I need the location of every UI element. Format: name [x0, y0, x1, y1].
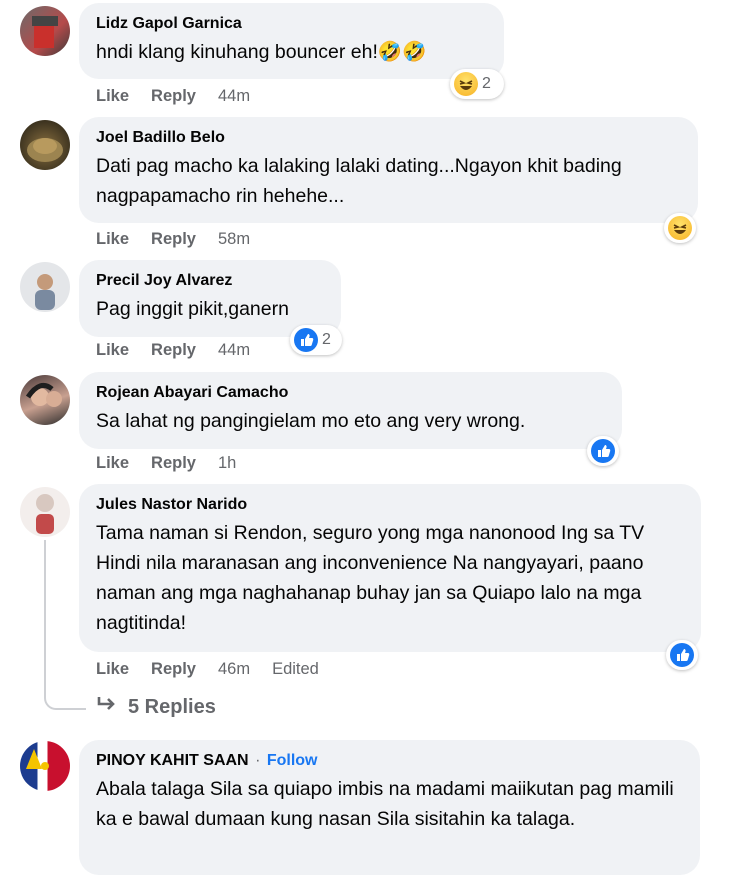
like-button[interactable]: Like	[96, 660, 129, 679]
comment-author[interactable]: Precil Joy Alvarez	[96, 270, 323, 292]
comment-author[interactable]: Rojean Abayari Camacho	[96, 382, 604, 404]
comment-author: PINOY KAHIT SAAN · Follow	[96, 750, 682, 772]
comment-bubble: Jules Nastor Narido Tama naman si Rendon…	[79, 484, 701, 652]
comment-bubble: Joel Badillo Belo Dati pag macho ka lala…	[79, 117, 698, 223]
reply-button[interactable]: Reply	[151, 341, 196, 360]
like-button[interactable]: Like	[96, 454, 129, 473]
like-reaction-icon	[591, 439, 615, 463]
avatar[interactable]	[20, 375, 70, 425]
avatar[interactable]	[20, 741, 70, 791]
comment-text: Tama naman si Rendon, seguro yong mga na…	[96, 522, 645, 634]
comment-actions: Like Reply 44m	[96, 87, 272, 106]
comment-bubble: Rojean Abayari Camacho Sa lahat ng pangi…	[79, 372, 622, 449]
comment-text: Sa lahat ng pangingielam mo eto ang very…	[96, 410, 526, 432]
reply-button[interactable]: Reply	[151, 87, 196, 106]
comment-actions: Like Reply 1h	[96, 454, 258, 473]
thread-connector	[44, 688, 86, 710]
reply-button[interactable]: Reply	[151, 454, 196, 473]
avatar[interactable]	[20, 6, 70, 56]
comment-author[interactable]: Lidz Gapol Garnica	[96, 13, 486, 35]
like-reaction-icon	[670, 643, 694, 667]
haha-reaction-icon	[454, 72, 478, 96]
comment-author[interactable]: Jules Nastor Narido	[96, 494, 683, 516]
reaction-summary[interactable]	[666, 640, 698, 670]
reply-arrow-icon	[96, 695, 118, 719]
comment-bubble: PINOY KAHIT SAAN · Follow Abala talaga S…	[79, 740, 700, 875]
like-reaction-icon	[294, 328, 318, 352]
comment-actions: Like Reply 58m	[96, 230, 272, 249]
like-button[interactable]: Like	[96, 87, 129, 106]
page-name[interactable]: PINOY KAHIT SAAN	[96, 752, 249, 769]
reply-button[interactable]: Reply	[151, 230, 196, 249]
follow-button[interactable]: Follow	[267, 752, 318, 769]
comment-author[interactable]: Joel Badillo Belo	[96, 127, 680, 149]
avatar[interactable]	[20, 487, 70, 537]
comment-bubble: Lidz Gapol Garnica hndi klang kinuhang b…	[79, 3, 504, 79]
comment-actions: Like Reply 46m Edited	[96, 660, 341, 679]
timestamp[interactable]: 44m	[218, 87, 250, 106]
comment-text: Pag inggit pikit,ganern	[96, 298, 289, 320]
reaction-summary[interactable]	[664, 213, 696, 243]
thread-line	[44, 540, 46, 690]
comment-text: Abala talaga Sila sa quiapo imbis na mad…	[96, 778, 674, 830]
comment-actions: Like Reply 44m	[96, 341, 272, 360]
timestamp[interactable]: 44m	[218, 341, 250, 360]
like-button[interactable]: Like	[96, 230, 129, 249]
timestamp[interactable]: 46m	[218, 660, 250, 679]
comment-text: Dati pag macho ka lalaking lalaki dating…	[96, 155, 622, 207]
view-replies-button[interactable]: 5 Replies	[96, 695, 216, 719]
timestamp[interactable]: 58m	[218, 230, 250, 249]
avatar[interactable]	[20, 262, 70, 312]
like-button[interactable]: Like	[96, 341, 129, 360]
avatar[interactable]	[20, 120, 70, 170]
comment-text: hndi klang kinuhang bouncer eh!🤣🤣	[96, 41, 427, 63]
reaction-summary[interactable]	[587, 436, 619, 466]
reaction-count: 2	[482, 75, 491, 92]
replies-count-label: 5 Replies	[128, 695, 216, 718]
haha-reaction-icon	[668, 216, 692, 240]
reaction-count: 2	[322, 331, 331, 348]
reply-button[interactable]: Reply	[151, 660, 196, 679]
separator: ·	[255, 752, 261, 769]
edited-label[interactable]: Edited	[272, 660, 319, 679]
reaction-summary[interactable]: 2	[290, 325, 342, 355]
reaction-summary[interactable]: 2	[450, 69, 504, 99]
timestamp[interactable]: 1h	[218, 454, 236, 473]
